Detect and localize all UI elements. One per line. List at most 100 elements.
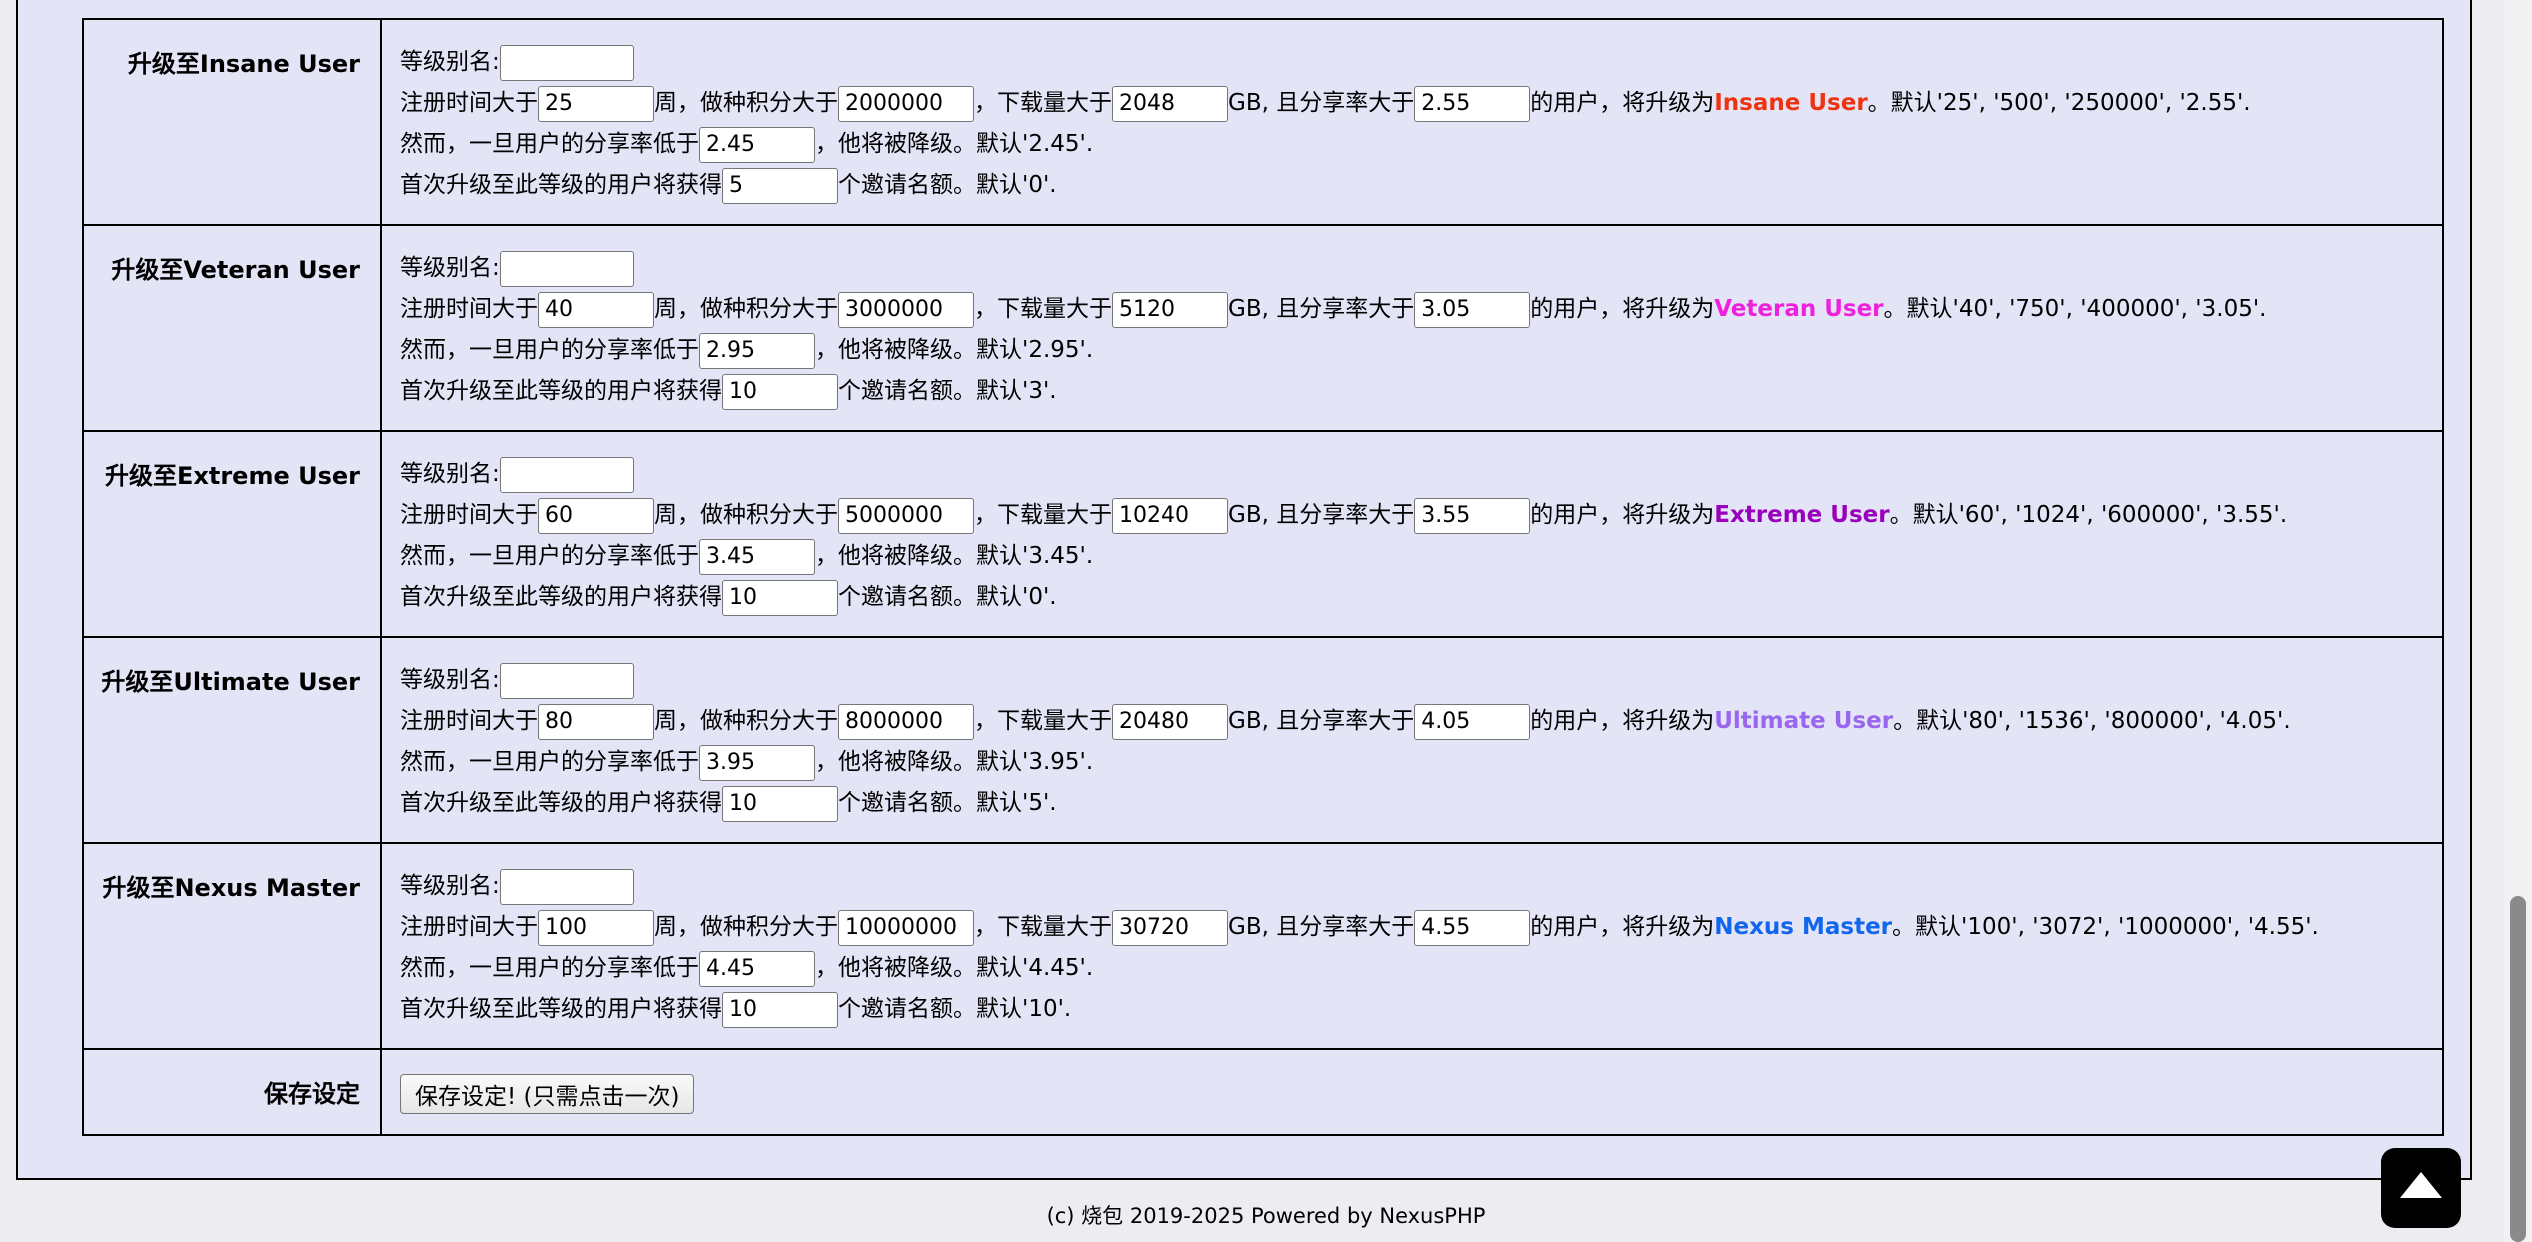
demote-suffix: ，他将被降级。默认 bbox=[815, 131, 1022, 157]
seed-points-input[interactable] bbox=[838, 497, 974, 534]
footer-copyright: (c) 烧包 2019-2025 Powered by NexusPHP bbox=[1046, 1204, 1486, 1228]
download-input[interactable] bbox=[1112, 703, 1228, 740]
demote-suffix: ，他将被降级。默认 bbox=[815, 955, 1022, 981]
points-label: 周，做种积分大于 bbox=[654, 708, 838, 734]
seed-points-input[interactable] bbox=[838, 909, 974, 946]
demote-ratio-input[interactable] bbox=[699, 538, 815, 575]
invite-default: '3'. bbox=[1022, 378, 1057, 404]
upgrade-rule-line: 注册时间大于 周，做种积分大于 ，下载量大于 GB, 且分享率大于 的用户，将升级为Ex… bbox=[400, 495, 2442, 536]
invite-suffix: 个邀请名额。默认 bbox=[838, 584, 1022, 610]
reg-time-label: 注册时间大于 bbox=[400, 502, 538, 528]
alias-label: 等级别名: bbox=[400, 49, 500, 75]
reg-time-label: 注册时间大于 bbox=[400, 296, 538, 322]
weeks-input[interactable] bbox=[538, 909, 654, 946]
scrollbar-thumb[interactable] bbox=[2510, 896, 2526, 1242]
upgrade-label: 的用户，将升级为 bbox=[1530, 708, 1715, 734]
save-settings-button[interactable]: 保存设定! (只需点击一次) bbox=[400, 1074, 695, 1114]
class-name: Nexus Master bbox=[1714, 914, 1893, 940]
demote-rule-line: 然而，一旦用户的分享率低于 ，他将被降级。默认'2.95'. bbox=[400, 330, 2442, 371]
level-row: 升级至Nexus Master 等级别名: 注册时间大于 周，做种积分大于 ，下载量… bbox=[82, 842, 2444, 1050]
ratio-label: GB, 且分享率大于 bbox=[1228, 914, 1415, 940]
demote-rule-line: 然而，一旦用户的分享率低于 ，他将被降级。默认'2.45'. bbox=[400, 124, 2442, 165]
level-row-body: 等级别名: 注册时间大于 周，做种积分大于 ，下载量大于 GB, 且分享率大于 的用户，… bbox=[380, 430, 2444, 638]
invite-default: '10'. bbox=[1022, 996, 1072, 1022]
demote-label: 然而，一旦用户的分享率低于 bbox=[400, 543, 699, 569]
weeks-input[interactable] bbox=[538, 85, 654, 122]
alias-input[interactable] bbox=[499, 250, 634, 287]
demote-suffix: ，他将被降级。默认 bbox=[815, 749, 1022, 775]
upgrade-label: 的用户，将升级为 bbox=[1530, 90, 1715, 116]
level-row-body: 等级别名: 注册时间大于 周，做种积分大于 ，下载量大于 GB, 且分享率大于 的用户，… bbox=[380, 224, 2444, 432]
default-values: '100', '3072', '1000000', '4.55'. bbox=[1961, 914, 2319, 940]
default-sep: 。默认 bbox=[1892, 914, 1962, 940]
download-input[interactable] bbox=[1112, 909, 1228, 946]
weeks-input[interactable] bbox=[538, 291, 654, 328]
invite-default: '0'. bbox=[1022, 584, 1057, 610]
save-row-body: 保存设定! (只需点击一次) bbox=[380, 1048, 2444, 1136]
download-input[interactable] bbox=[1112, 497, 1228, 534]
weeks-input[interactable] bbox=[538, 497, 654, 534]
upgrade-rule-line: 注册时间大于 周，做种积分大于 ，下载量大于 GB, 且分享率大于 的用户，将升级为Ne… bbox=[400, 907, 2442, 948]
class-settings-table: 升级至Insane User 等级别名: 注册时间大于周，做种积分大于，下载量大… bbox=[82, 18, 2444, 1136]
ratio-input[interactable] bbox=[1414, 291, 1531, 328]
level-row-header: 升级至Insane User bbox=[82, 18, 382, 226]
upgrade-label: 的用户，将升级为 bbox=[1530, 502, 1715, 528]
back-to-top-button[interactable] bbox=[2381, 1148, 2461, 1228]
ratio-input[interactable] bbox=[1414, 497, 1531, 534]
demote-ratio-input[interactable] bbox=[699, 126, 815, 163]
alias-label: 等级别名: bbox=[400, 461, 500, 487]
demote-ratio-input[interactable] bbox=[699, 332, 815, 369]
invites-input[interactable] bbox=[722, 785, 838, 822]
invites-input[interactable] bbox=[722, 579, 838, 616]
alias-input[interactable] bbox=[499, 662, 634, 699]
points-label: 周，做种积分大于 bbox=[654, 914, 838, 940]
default-values: '80', '1536', '800000', '4.05'. bbox=[1962, 708, 2291, 734]
alias-input[interactable] bbox=[499, 44, 634, 81]
demote-ratio-input[interactable] bbox=[699, 950, 815, 987]
demote-suffix: ，他将被降级。默认 bbox=[815, 337, 1022, 363]
weeks-input[interactable] bbox=[538, 703, 654, 740]
seed-points-input[interactable] bbox=[838, 703, 974, 740]
class-name: Ultimate User bbox=[1714, 708, 1894, 734]
level-row-header: 升级至Ultimate User bbox=[82, 636, 382, 844]
level-row: 升级至Insane User 等级别名: 注册时间大于 周，做种积分大于 ，下载量大… bbox=[82, 18, 2444, 226]
demote-ratio-input[interactable] bbox=[699, 744, 815, 781]
download-input[interactable] bbox=[1112, 85, 1228, 122]
upgrade-label: 的用户，将升级为 bbox=[1530, 914, 1715, 940]
level-row-header: 升级至Veteran User bbox=[82, 224, 382, 432]
ratio-input[interactable] bbox=[1414, 703, 1531, 740]
ratio-input[interactable] bbox=[1414, 909, 1531, 946]
invite-rule-line: 首次升级至此等级的用户将获得 个邀请名额。默认'5'. bbox=[400, 783, 2442, 824]
alias-line: 等级别名: bbox=[400, 248, 2442, 289]
demote-default: '2.95'. bbox=[1022, 337, 1094, 363]
invite-rule-line: 首次升级至此等级的用户将获得 个邀请名额。默认'10'. bbox=[400, 989, 2442, 1030]
invite-rule-line: 首次升级至此等级的用户将获得 个邀请名额。默认'3'. bbox=[400, 371, 2442, 412]
points-label: 周，做种积分大于 bbox=[654, 90, 838, 116]
class-name: Extreme User bbox=[1714, 502, 1890, 528]
upgrade-label: 的用户，将升级为 bbox=[1530, 296, 1715, 322]
alias-line: 等级别名: bbox=[400, 866, 2442, 907]
demote-default: '3.45'. bbox=[1022, 543, 1094, 569]
level-row-header: 升级至Nexus Master bbox=[82, 842, 382, 1050]
alias-input[interactable] bbox=[499, 456, 634, 493]
invite-label: 首次升级至此等级的用户将获得 bbox=[400, 584, 722, 610]
demote-default: '4.45'. bbox=[1022, 955, 1094, 981]
level-rows: 升级至Insane User 等级别名: 注册时间大于周，做种积分大于，下载量大… bbox=[82, 18, 2444, 1050]
upgrade-rule-line: 注册时间大于 周，做种积分大于 ，下载量大于 GB, 且分享率大于 的用户，将升级为In… bbox=[400, 83, 2442, 124]
invites-input[interactable] bbox=[722, 373, 838, 410]
upgrade-rule-line: 注册时间大于 周，做种积分大于 ，下载量大于 GB, 且分享率大于 的用户，将升级为Ul… bbox=[400, 701, 2442, 742]
invites-input[interactable] bbox=[722, 167, 838, 204]
invite-label: 首次升级至此等级的用户将获得 bbox=[400, 996, 722, 1022]
invite-rule-line: 首次升级至此等级的用户将获得 个邀请名额。默认'0'. bbox=[400, 165, 2442, 206]
points-label: 周，做种积分大于 bbox=[654, 502, 838, 528]
seed-points-input[interactable] bbox=[838, 291, 974, 328]
invites-input[interactable] bbox=[722, 991, 838, 1028]
ratio-input[interactable] bbox=[1414, 85, 1531, 122]
default-sep: 。默认 bbox=[1893, 708, 1963, 734]
download-input[interactable] bbox=[1112, 291, 1228, 328]
ratio-label: GB, 且分享率大于 bbox=[1228, 502, 1415, 528]
alias-input[interactable] bbox=[499, 868, 634, 905]
seed-points-input[interactable] bbox=[838, 85, 974, 122]
level-row-body: 等级别名: 注册时间大于 周，做种积分大于 ，下载量大于 GB, 且分享率大于 的用户，… bbox=[380, 636, 2444, 844]
triangle-up-icon bbox=[2400, 1172, 2442, 1198]
